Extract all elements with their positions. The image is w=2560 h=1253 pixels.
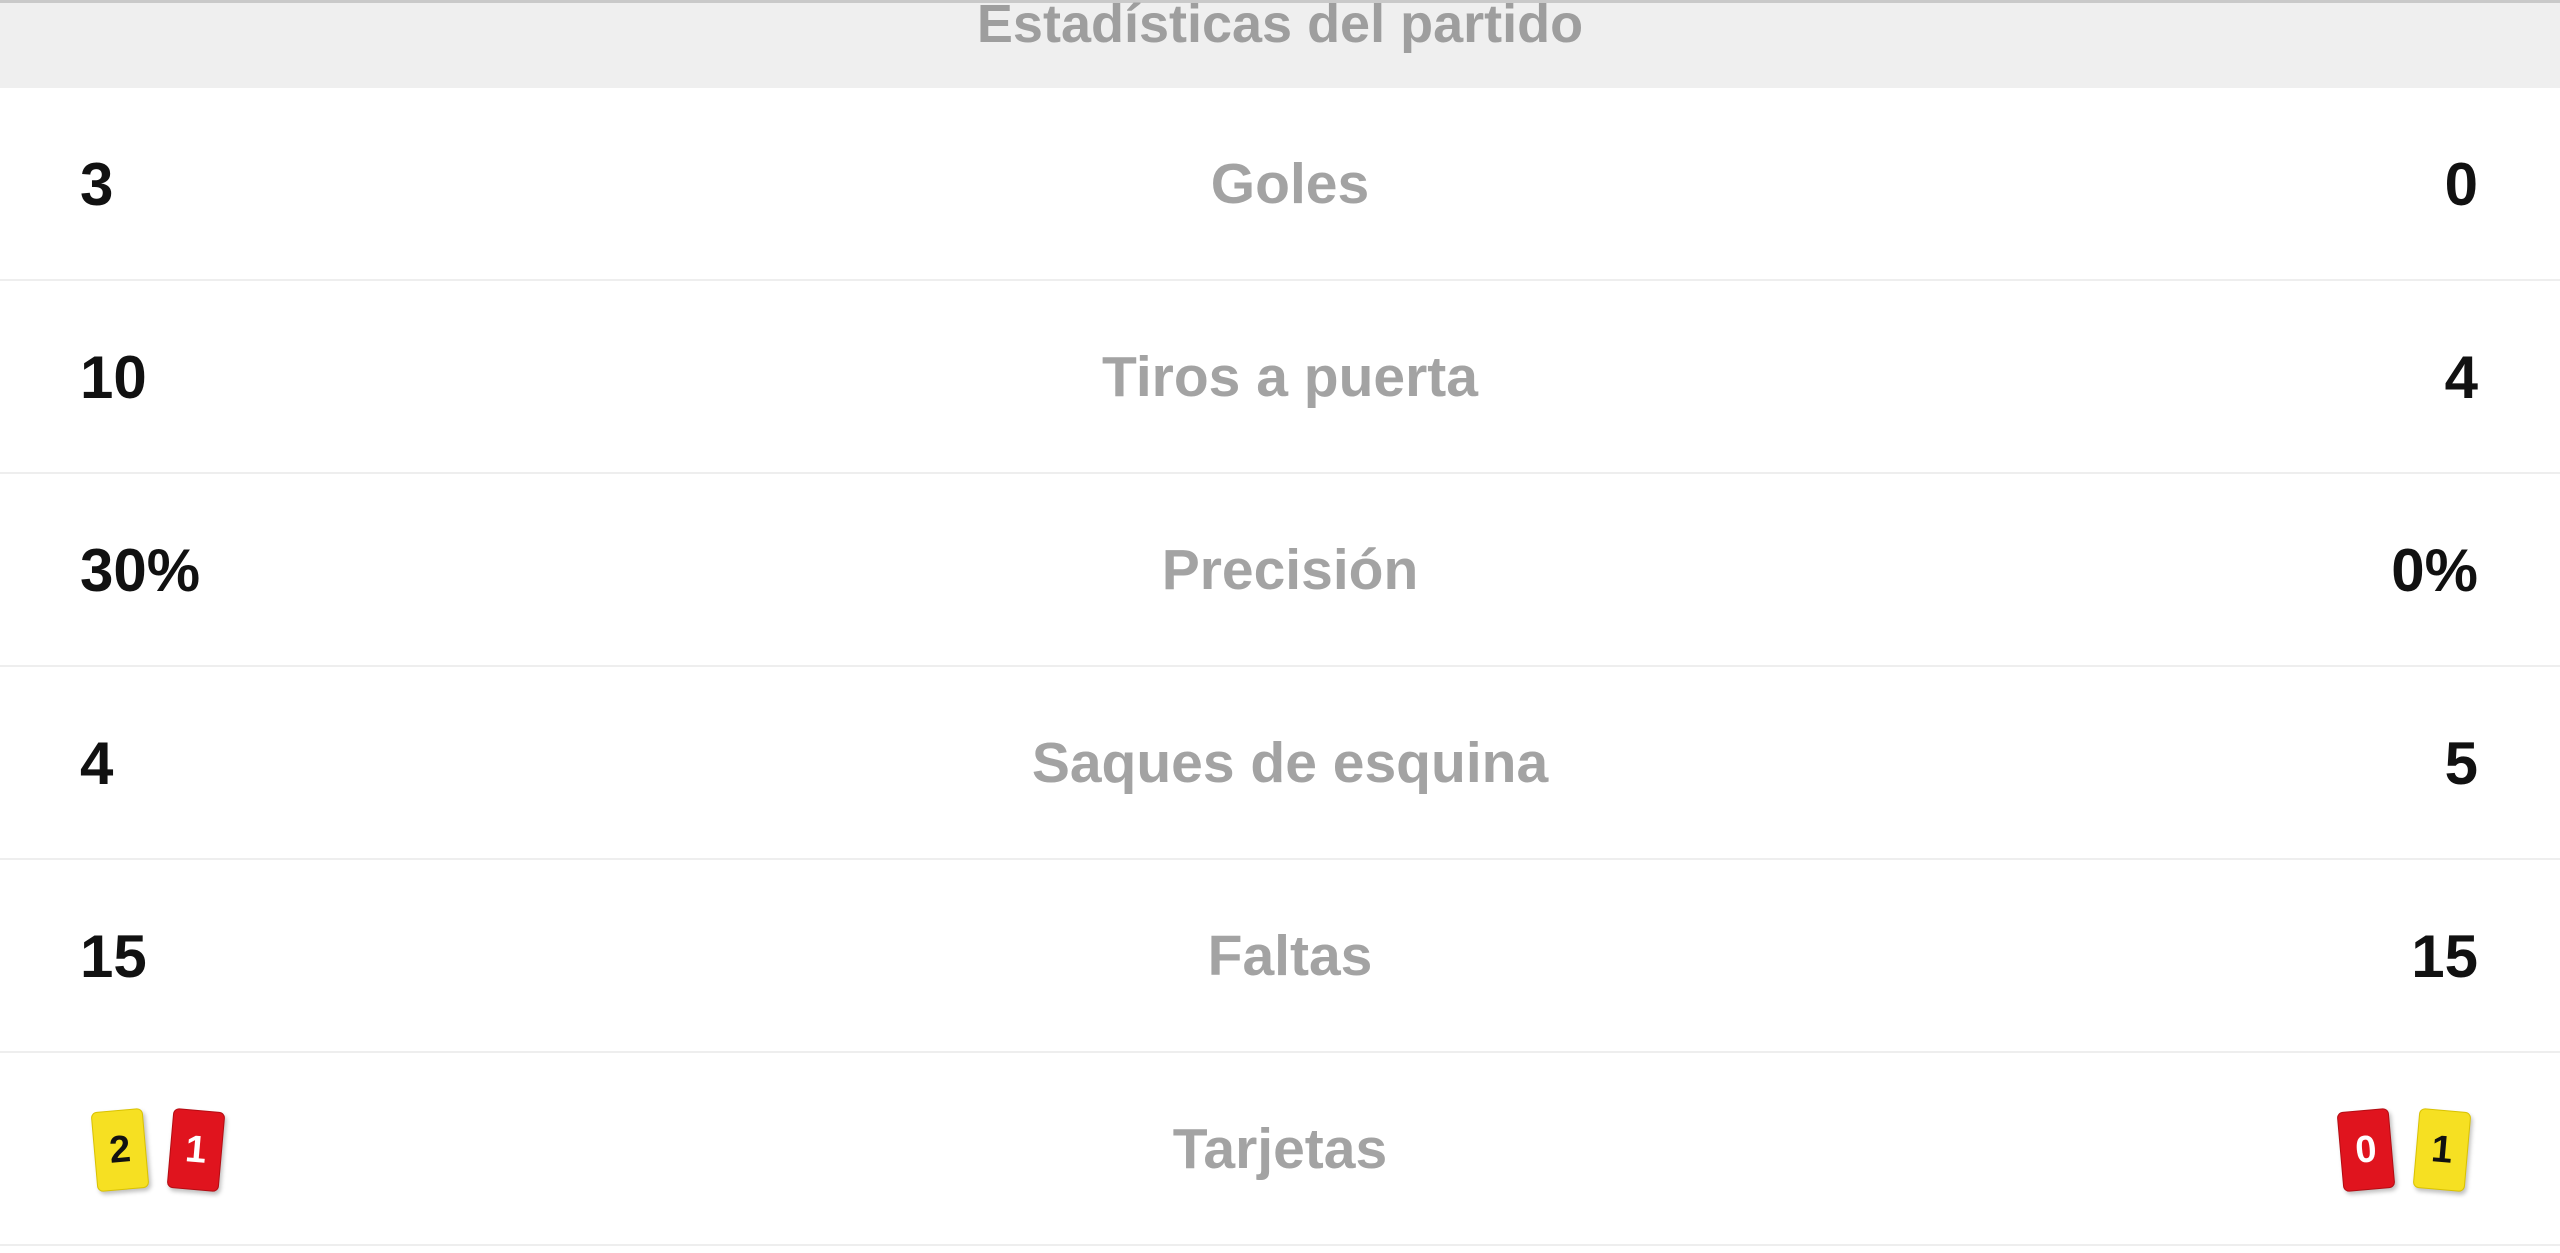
- match-stats-list: 3 Goles 0 10 Tiros a puerta 4 30% Precis…: [0, 88, 2560, 1246]
- stat-row-accuracy: 30% Precisión 0%: [0, 474, 2560, 667]
- stat-row-shots-on-target: 10 Tiros a puerta 4: [0, 281, 2560, 474]
- away-value: 0: [2444, 151, 2478, 218]
- away-value: 5: [2444, 730, 2478, 797]
- stat-label: Saques de esquina: [1031, 731, 1549, 795]
- stat-row-fouls: 15 Faltas 15: [0, 860, 2560, 1053]
- away-value: 15: [2411, 923, 2478, 990]
- away-value: 4: [2444, 344, 2478, 411]
- stat-label: Tarjetas: [1172, 1117, 1388, 1181]
- stat-label: Precisión: [1161, 538, 1419, 602]
- yellow-card-icon: 1: [2412, 1107, 2472, 1192]
- stat-label: Goles: [1210, 152, 1370, 216]
- section-header: Estadísticas del partido: [0, 0, 2560, 88]
- stat-row-cards: 2 1 Tarjetas 0 1: [0, 1053, 2560, 1246]
- stat-row-corners: 4 Saques de esquina 5: [0, 667, 2560, 860]
- away-cards: 0 1: [2336, 1053, 2472, 1246]
- red-card-icon: 0: [2336, 1107, 2396, 1192]
- section-title: Estadísticas del partido: [976, 0, 1584, 54]
- stat-row-goals: 3 Goles 0: [0, 88, 2560, 281]
- stat-label: Faltas: [1207, 924, 1373, 988]
- away-value: 0%: [2391, 537, 2478, 604]
- stat-label: Tiros a puerta: [1102, 345, 1478, 409]
